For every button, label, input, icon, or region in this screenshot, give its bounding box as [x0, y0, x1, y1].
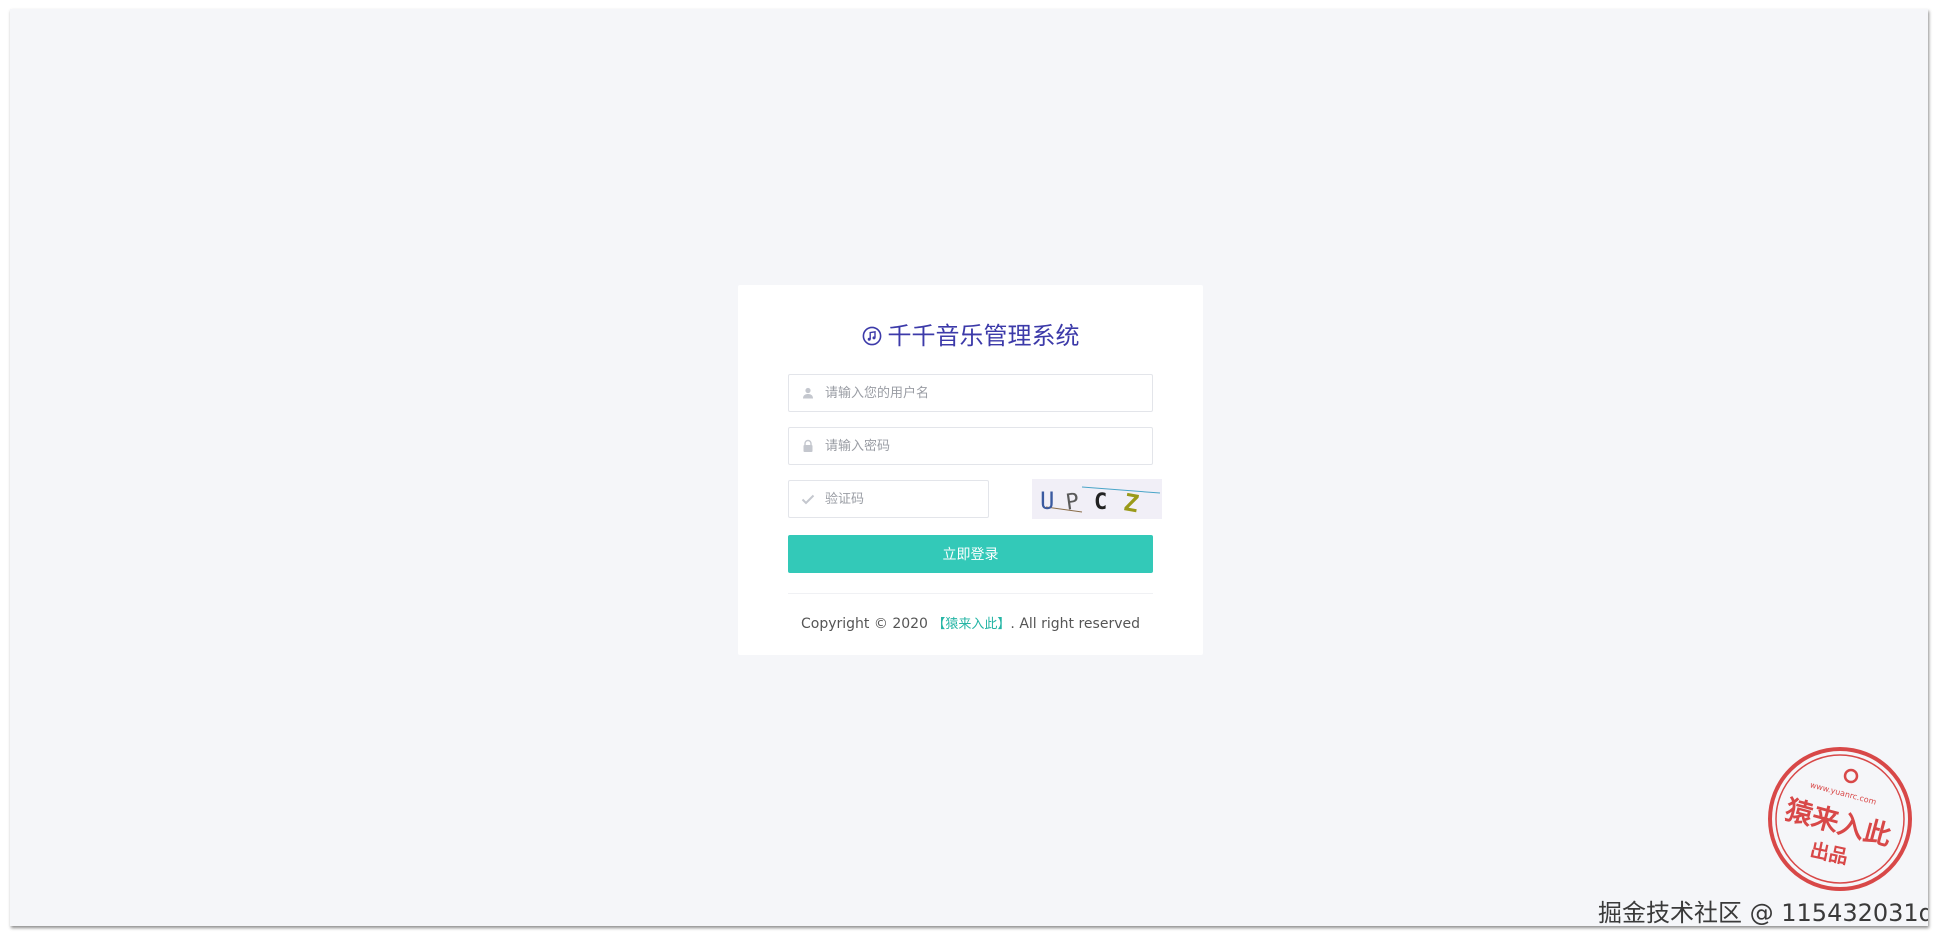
lock-icon: [803, 439, 813, 452]
music-logo-icon: [862, 326, 881, 346]
app-title: 千千音乐管理系统: [887, 322, 1080, 350]
copyright-prefix: Copyright © 2020: [801, 616, 933, 632]
apple-logo-icon: [1843, 768, 1859, 784]
password-field[interactable]: [788, 427, 1153, 465]
captcha-image[interactable]: U P C Z: [1032, 479, 1162, 519]
user-icon: [803, 387, 813, 399]
seal-stamp: www.yuanrc.com 猿来入此 出品: [1768, 747, 1912, 891]
copyright-text: Copyright © 2020 【猿来入此】. All right reser…: [738, 613, 1203, 632]
captcha-input[interactable]: [825, 481, 975, 517]
captcha-char: U: [1040, 487, 1054, 515]
site-link[interactable]: 【猿来入此】: [932, 617, 1010, 632]
username-field[interactable]: [788, 374, 1153, 412]
divider: [788, 593, 1153, 594]
username-input[interactable]: [825, 375, 1125, 411]
watermark-text: 掘金技术社区 @ 115432031q: [1598, 899, 1928, 926]
page-background: 千千音乐管理系统 U P: [10, 9, 1928, 926]
captcha-char: C: [1094, 490, 1107, 515]
login-card: 千千音乐管理系统 U P: [738, 285, 1203, 655]
login-button[interactable]: 立即登录: [788, 535, 1153, 573]
page-title: 千千音乐管理系统: [738, 319, 1203, 353]
captcha-field[interactable]: [788, 480, 989, 518]
copyright-suffix: . All right reserved: [1010, 616, 1140, 632]
stamp-sub-text: 出品: [1808, 838, 1850, 868]
password-input[interactable]: [825, 428, 1125, 464]
check-icon: [801, 494, 815, 505]
